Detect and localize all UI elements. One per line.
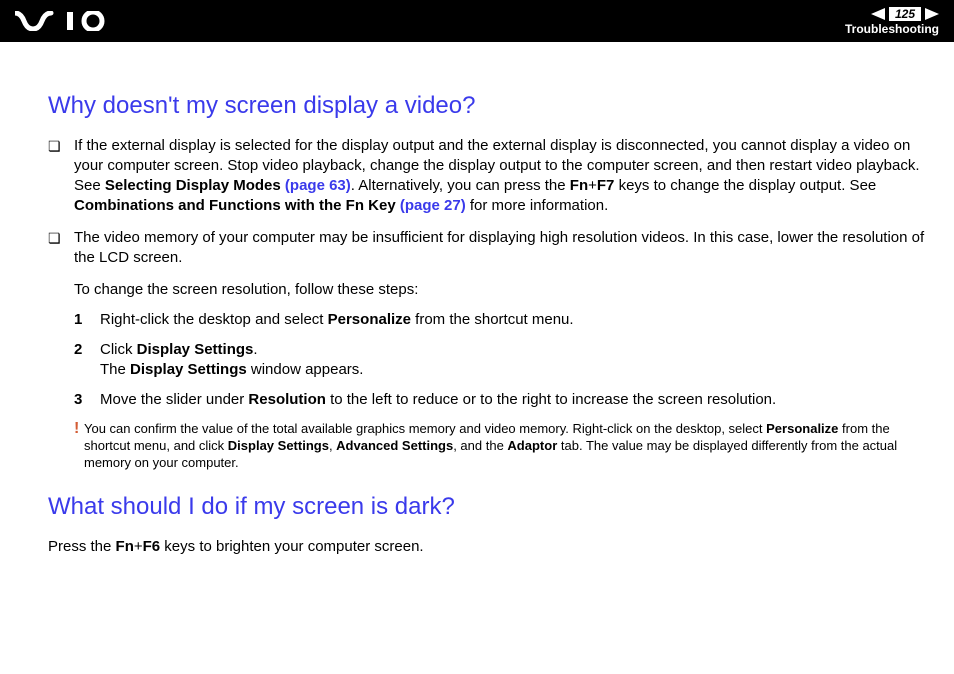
step-number: 1 bbox=[74, 310, 86, 330]
text-bold: Fn bbox=[116, 538, 134, 555]
step-text: Move the slider under Resolution to the … bbox=[100, 390, 934, 410]
text: Move the slider under bbox=[100, 391, 248, 408]
text-bold: Fn bbox=[570, 177, 588, 194]
note-text: You can confirm the value of the total a… bbox=[84, 420, 934, 471]
text-bold: Adaptor bbox=[507, 438, 557, 453]
prev-page-icon[interactable] bbox=[871, 8, 885, 20]
text-bold: Display Settings bbox=[137, 341, 254, 358]
text: + bbox=[134, 538, 143, 555]
step-number: 2 bbox=[74, 340, 86, 360]
page-link[interactable]: (page 27) bbox=[400, 197, 466, 214]
text: , and the bbox=[453, 438, 507, 453]
text-bold: Advanced Settings bbox=[336, 438, 453, 453]
step-text: Right-click the desktop and select Perso… bbox=[100, 310, 934, 330]
step-item: 2 Click Display Settings. The Display Se… bbox=[74, 340, 934, 390]
text: Press the bbox=[48, 538, 116, 555]
page-number: 125 bbox=[889, 7, 921, 21]
page-link[interactable]: (page 63) bbox=[285, 177, 351, 194]
text: keys to change the display output. See bbox=[614, 177, 876, 194]
text-bold: Selecting Display Modes bbox=[105, 177, 285, 194]
text: keys to brighten your computer screen. bbox=[160, 538, 423, 555]
heading-dark-screen: What should I do if my screen is dark? bbox=[48, 493, 934, 521]
bullet-marker-icon: ❏ bbox=[48, 136, 62, 156]
text: The bbox=[100, 361, 130, 378]
text: for more information. bbox=[466, 197, 609, 214]
bullet-item: ❏ The video memory of your computer may … bbox=[48, 228, 934, 280]
page-nav: 125 bbox=[871, 7, 939, 21]
bullet-item: ❏ If the external display is selected fo… bbox=[48, 136, 934, 228]
text: . bbox=[253, 341, 257, 358]
text-bold: Personalize bbox=[766, 421, 838, 436]
note: ! You can confirm the value of the total… bbox=[74, 420, 934, 471]
text-bold: Personalize bbox=[328, 311, 411, 328]
page-content: Why doesn't my screen display a video? ❏… bbox=[0, 42, 954, 577]
text-bold: Combinations and Functions with the Fn K… bbox=[74, 197, 400, 214]
step-item: 1 Right-click the desktop and select Per… bbox=[74, 310, 934, 340]
header-nav: 125 Troubleshooting bbox=[845, 0, 939, 42]
step-item: 3 Move the slider under Resolution to th… bbox=[74, 390, 934, 420]
note-icon: ! bbox=[74, 420, 80, 438]
text-bold: Resolution bbox=[248, 391, 326, 408]
header-bar: 125 Troubleshooting bbox=[0, 0, 954, 42]
text: window appears. bbox=[247, 361, 364, 378]
bullet-text: If the external display is selected for … bbox=[74, 136, 934, 216]
text-bold: Display Settings bbox=[228, 438, 329, 453]
text-bold: F7 bbox=[597, 177, 615, 194]
bullet-text: The video memory of your computer may be… bbox=[74, 228, 934, 268]
text: from the shortcut menu. bbox=[411, 311, 574, 328]
paragraph: Press the Fn+F6 keys to brighten your co… bbox=[48, 537, 934, 557]
text: You can confirm the value of the total a… bbox=[84, 421, 766, 436]
heading-video: Why doesn't my screen display a video? bbox=[48, 92, 934, 120]
text: . Alternatively, you can press the bbox=[351, 177, 570, 194]
step-text: Click Display Settings. The Display Sett… bbox=[100, 340, 934, 380]
text: + bbox=[588, 177, 597, 194]
vaio-logo-svg bbox=[15, 11, 110, 31]
steps-intro: To change the screen resolution, follow … bbox=[74, 280, 934, 310]
step-number: 3 bbox=[74, 390, 86, 410]
text-bold: Display Settings bbox=[130, 361, 247, 378]
vaio-logo bbox=[15, 11, 110, 31]
text-bold: F6 bbox=[143, 538, 161, 555]
text: Right-click the desktop and select bbox=[100, 311, 328, 328]
text: Click bbox=[100, 341, 137, 358]
bullet-marker-icon: ❏ bbox=[48, 228, 62, 248]
text: to the left to reduce or to the right to… bbox=[326, 391, 776, 408]
section-label: Troubleshooting bbox=[845, 22, 939, 36]
next-page-icon[interactable] bbox=[925, 8, 939, 20]
